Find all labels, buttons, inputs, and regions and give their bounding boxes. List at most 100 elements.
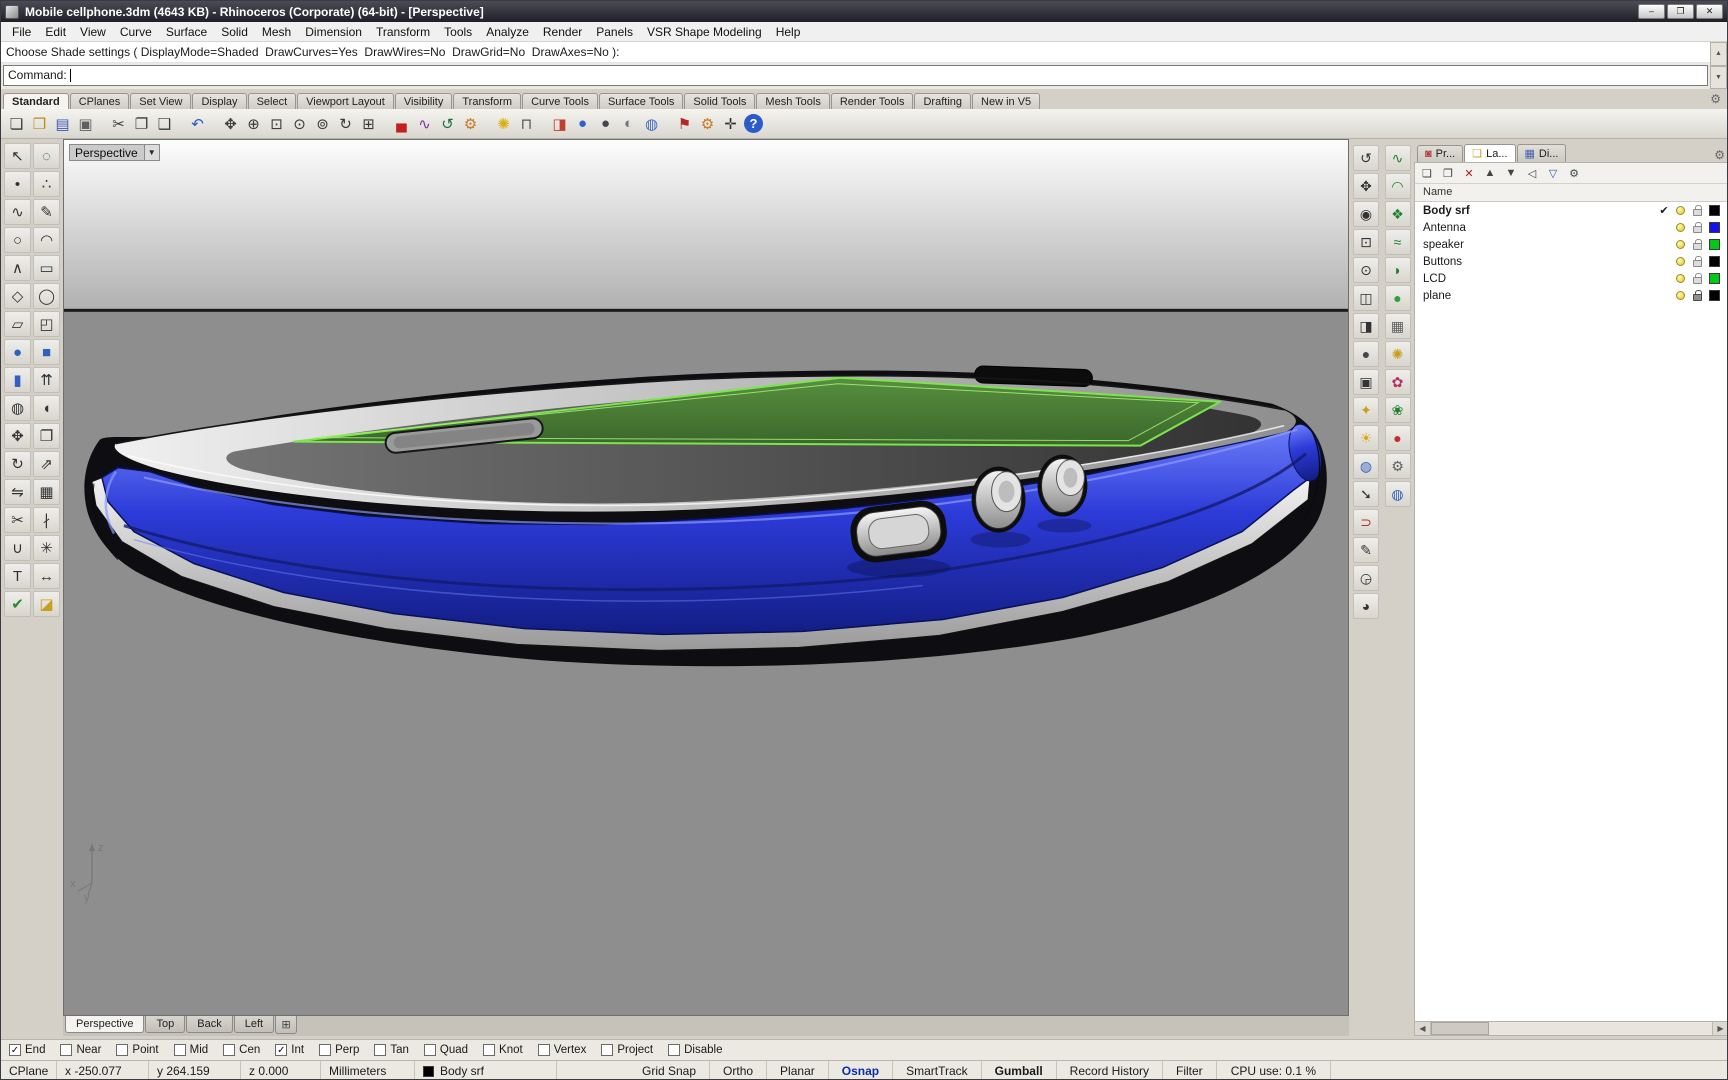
cplane-menu[interactable]: CPlane	[1, 1061, 57, 1079]
vsr-fillet-icon[interactable]: ◗	[1384, 257, 1411, 283]
new-sublayer-icon[interactable]: ❐	[1439, 164, 1457, 182]
filter-icon[interactable]: ▽	[1544, 164, 1562, 182]
osnap-option[interactable]: Cen	[223, 1044, 260, 1056]
move-icon[interactable]: ✥	[4, 423, 31, 449]
osnap-option[interactable]: Point	[116, 1044, 159, 1056]
scrollbar-thumb[interactable]	[1431, 1022, 1489, 1035]
vsr-curve-icon[interactable]: ∿	[1384, 145, 1411, 171]
panel-tab[interactable]: ❏ La...	[1464, 144, 1516, 162]
vsr-flower-icon[interactable]: ✿	[1384, 369, 1411, 395]
panel-options-gear-icon[interactable]: ⚙	[1714, 148, 1725, 162]
status-toggle[interactable]: Ortho	[710, 1061, 768, 1079]
menu-item[interactable]: Tools	[437, 23, 479, 41]
render-icon[interactable]: ◨	[548, 112, 571, 135]
grid-table-icon[interactable]: ⊞	[357, 112, 380, 135]
layer-lock-toggle[interactable]	[1689, 290, 1706, 301]
spotlight-icon[interactable]: ✦	[1353, 397, 1379, 423]
perspective-viewport[interactable]: z x y Perspective ▼	[63, 139, 1349, 1016]
layer-visibility-toggle[interactable]	[1672, 240, 1689, 249]
close-button[interactable]: ✕	[1696, 4, 1723, 19]
layer-row[interactable]: Antenna ✔	[1415, 219, 1727, 236]
status-toggle[interactable]: Record History	[1057, 1061, 1164, 1079]
ellipse-icon[interactable]: ◯	[33, 283, 60, 309]
array-icon[interactable]: ▦	[33, 479, 60, 505]
boolean-icon[interactable]: ◍	[4, 395, 31, 421]
layer-visibility-toggle[interactable]	[1672, 257, 1689, 266]
viewport-tab[interactable]: Back	[186, 1016, 233, 1033]
viewport-tab[interactable]: Left	[233, 1016, 275, 1033]
viewport-title-menu[interactable]: Perspective ▼	[69, 144, 160, 161]
ghosted-viewport-icon[interactable]: ◐	[617, 112, 640, 135]
rotate-cplane-icon[interactable]: ↺	[436, 112, 459, 135]
open-folder-icon[interactable]: ❒	[28, 112, 51, 135]
new-file-icon[interactable]: ❏	[5, 112, 28, 135]
osnap-option[interactable]: End	[9, 1044, 45, 1056]
osnap-option[interactable]: Vertex	[537, 1044, 586, 1056]
vsr-leaf-icon[interactable]: ❀	[1384, 397, 1411, 423]
layer-row[interactable]: speaker ✔	[1415, 236, 1727, 253]
vsr-ball-icon[interactable]: ●	[1384, 425, 1411, 451]
menu-item[interactable]: Panels	[589, 23, 640, 41]
side-button-round-2[interactable]	[1037, 454, 1088, 517]
toolbar-options-gear-icon[interactable]: ⚙	[1710, 92, 1721, 106]
toolbar-tab[interactable]: Drafting	[914, 93, 972, 109]
point-cloud-icon[interactable]: ∴	[33, 171, 60, 197]
help-icon[interactable]: ?	[744, 114, 763, 133]
save-icon[interactable]: ▤	[51, 112, 74, 135]
mirror-icon[interactable]: ⇋	[4, 479, 31, 505]
osnap-option[interactable]: Mid	[173, 1044, 208, 1056]
view-zoom-icon[interactable]: ◉	[1353, 201, 1379, 227]
checkbox[interactable]	[483, 1044, 496, 1056]
rotate-icon[interactable]: ↻	[4, 451, 31, 477]
menu-item[interactable]: File	[5, 23, 38, 41]
move-down-icon[interactable]: ▼	[1502, 164, 1520, 182]
vsr-blend-icon[interactable]: ◠	[1384, 173, 1411, 199]
layer-lock-toggle[interactable]	[1689, 239, 1706, 250]
checkbox[interactable]	[116, 1044, 129, 1056]
viewport-tab[interactable]: Top	[145, 1016, 186, 1033]
minimize-button[interactable]: –	[1638, 4, 1665, 19]
checkbox[interactable]	[668, 1044, 681, 1056]
notes-flag-icon[interactable]: ⚑	[673, 112, 696, 135]
arc-icon[interactable]: ◠	[33, 227, 60, 253]
lightbulb-icon[interactable]: ✺	[492, 112, 515, 135]
scroll-up-button[interactable]: ▲	[1710, 42, 1727, 66]
panel-tab[interactable]: ▦ Di...	[1516, 144, 1567, 162]
cplane-axes-icon[interactable]: ✛	[719, 112, 742, 135]
extrude-icon[interactable]: ⇈	[33, 367, 60, 393]
scroll-left-button[interactable]: ◀	[1415, 1022, 1431, 1035]
sketch-icon[interactable]: ✎	[33, 199, 60, 225]
move-up-icon[interactable]: ▲	[1481, 164, 1499, 182]
zoom-dynamic-icon[interactable]: ⊕	[242, 112, 265, 135]
vsr-gear-icon[interactable]: ⚙	[1384, 453, 1411, 479]
text-icon[interactable]: T	[4, 563, 31, 589]
menu-item[interactable]: Help	[769, 23, 808, 41]
menu-item[interactable]: Solid	[214, 23, 255, 41]
scale-icon[interactable]: ⇗	[33, 451, 60, 477]
toolbar-tab[interactable]: New in V5	[972, 93, 1041, 109]
toolbar-tab[interactable]: Display	[192, 93, 247, 109]
display-mode-icon[interactable]: ◨	[1353, 313, 1379, 339]
select-icon[interactable]: ↖	[4, 143, 31, 169]
join-icon[interactable]: ∪	[4, 535, 31, 561]
restore-button[interactable]: ❐	[1667, 4, 1694, 19]
render-globe-icon[interactable]: ◍	[1353, 453, 1379, 479]
box-icon[interactable]: ■	[33, 339, 60, 365]
lock-icon[interactable]: ⊓	[515, 112, 538, 135]
menu-item[interactable]: Transform	[369, 23, 437, 41]
osnap-option[interactable]: Int	[275, 1044, 304, 1056]
menu-item[interactable]: Analyze	[479, 23, 536, 41]
explode-icon[interactable]: ✳	[33, 535, 60, 561]
car-icon[interactable]: ▄	[390, 112, 413, 135]
menu-item[interactable]: Mesh	[255, 23, 298, 41]
checkbox[interactable]	[60, 1044, 73, 1056]
status-toggle[interactable]: Osnap	[829, 1061, 894, 1079]
copy-icon[interactable]: ❐	[130, 112, 153, 135]
gear-plus-icon[interactable]: ⚙	[459, 112, 482, 135]
menu-item[interactable]: Surface	[159, 23, 214, 41]
scroll-down-button[interactable]: ▼	[1710, 65, 1727, 89]
panel-tab[interactable]: ◙ Pr...	[1417, 145, 1464, 162]
layer-lock-toggle[interactable]	[1689, 256, 1706, 267]
settings-gears-icon[interactable]: ⚙	[696, 112, 719, 135]
pencil-icon[interactable]: ✎	[1353, 537, 1379, 563]
